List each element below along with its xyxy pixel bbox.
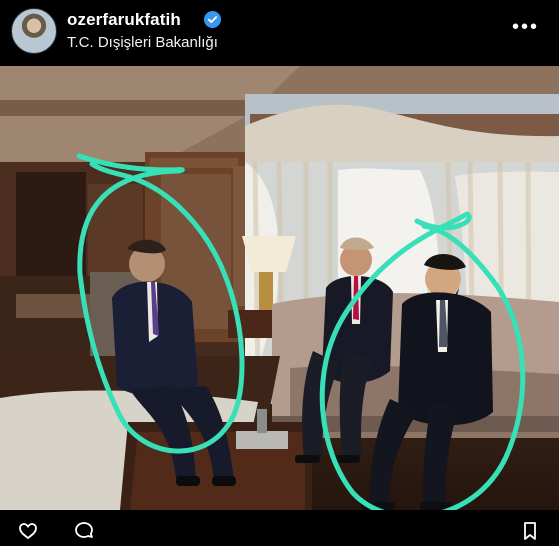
more-options-button[interactable]: ••• xyxy=(512,16,539,39)
post-actions-bar xyxy=(0,510,559,541)
verified-badge-icon xyxy=(204,11,221,28)
post-image[interactable] xyxy=(0,66,559,510)
heart-icon[interactable] xyxy=(18,521,38,541)
post-header: ozerfarukfatih T.C. Dışişleri Bakanlığı … xyxy=(0,0,559,62)
profile-avatar[interactable] xyxy=(11,8,57,54)
bookmark-icon[interactable] xyxy=(520,521,540,541)
comment-icon[interactable] xyxy=(74,521,94,541)
location-link[interactable]: T.C. Dışişleri Bakanlığı xyxy=(67,34,218,51)
room-photo xyxy=(0,66,559,510)
username-link[interactable]: ozerfarukfatih xyxy=(67,10,181,30)
